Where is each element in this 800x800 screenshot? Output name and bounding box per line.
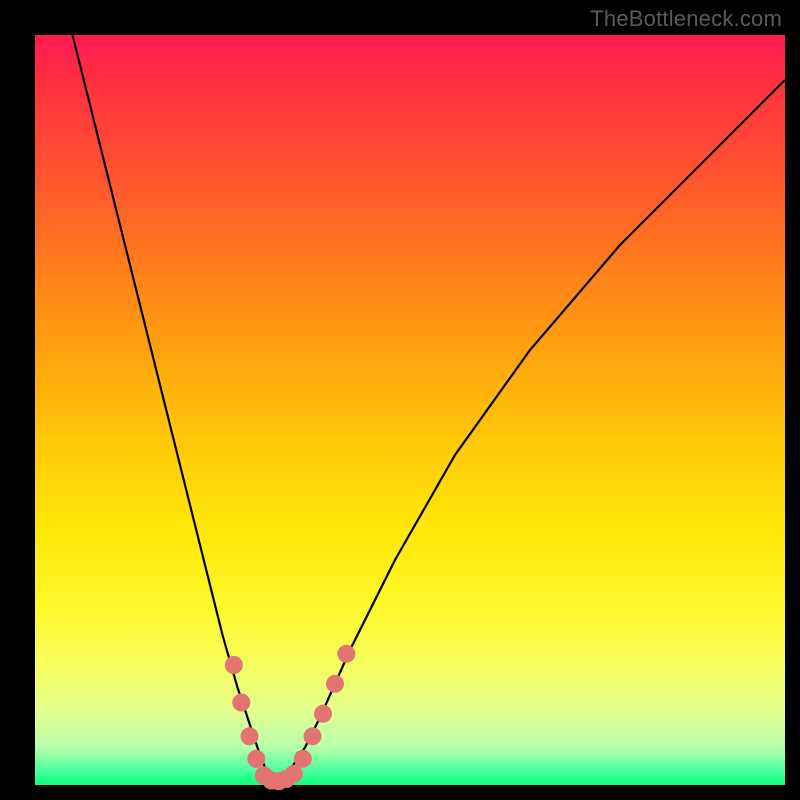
data-point-cluster-left-low2 — [247, 750, 265, 768]
data-point-right-upper — [326, 675, 344, 693]
data-point-right-top-isolated — [337, 645, 355, 663]
chart-frame: TheBottleneck.com — [0, 0, 800, 800]
data-point-right-low-1 — [294, 750, 312, 768]
data-point-right-mid — [314, 705, 332, 723]
plot-area — [35, 35, 785, 785]
data-point-cluster-left-low1 — [241, 727, 259, 745]
curve-svg — [35, 35, 785, 785]
watermark-text: TheBottleneck.com — [590, 6, 782, 32]
data-points-group — [225, 645, 355, 791]
bottleneck-curve — [73, 35, 786, 781]
data-point-right-low-2 — [304, 727, 322, 745]
data-point-bottom-5 — [285, 765, 303, 783]
data-point-cluster-left-upper — [225, 656, 243, 674]
data-point-cluster-left-mid — [232, 694, 250, 712]
